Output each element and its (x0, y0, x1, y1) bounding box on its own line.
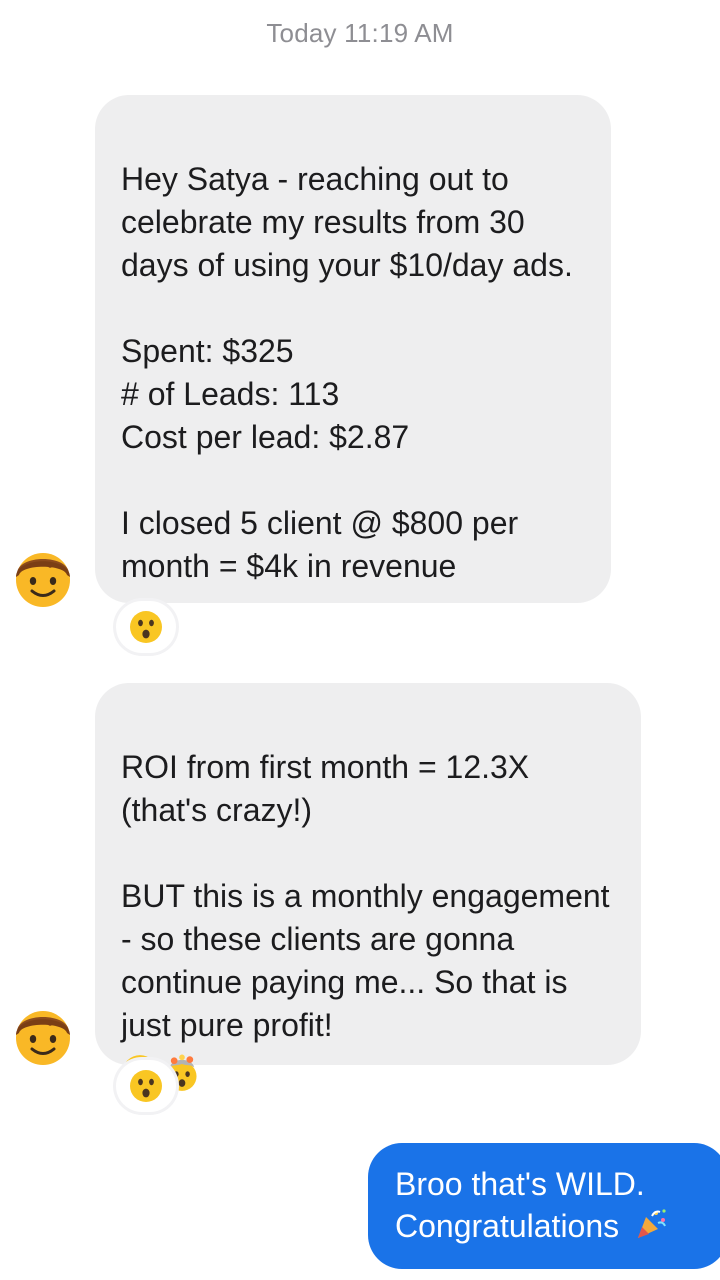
message-text: Congratulations (395, 1208, 620, 1244)
party-popper-icon (638, 1209, 666, 1238)
astonished-face-icon (130, 611, 162, 643)
message-reaction[interactable] (116, 601, 176, 653)
incoming-message-bubble[interactable]: ROI from first month = 12.3X (that's cra… (95, 683, 641, 1091)
message-reaction[interactable] (116, 1060, 176, 1112)
sender-avatar[interactable] (10, 544, 76, 610)
message-timestamp: Today 11:19 AM (266, 18, 454, 48)
message-text-line: Broo that's WILD. (395, 1166, 645, 1202)
boy-avatar-icon (16, 553, 70, 607)
message-text-line: Congratulations (395, 1205, 704, 1247)
outgoing-message-bubble[interactable]: Broo that's WILD. Congratulations (368, 1143, 720, 1269)
incoming-message-bubble[interactable]: Hey Satya - reaching out to celebrate my… (95, 95, 611, 603)
message-text: ROI from first month = 12.3X (that's cra… (121, 749, 610, 1043)
message-text: Hey Satya - reaching out to celebrate my… (121, 161, 573, 584)
sender-avatar[interactable] (10, 1002, 76, 1068)
astonished-face-icon (130, 1070, 162, 1102)
boy-avatar-icon (16, 1011, 70, 1065)
